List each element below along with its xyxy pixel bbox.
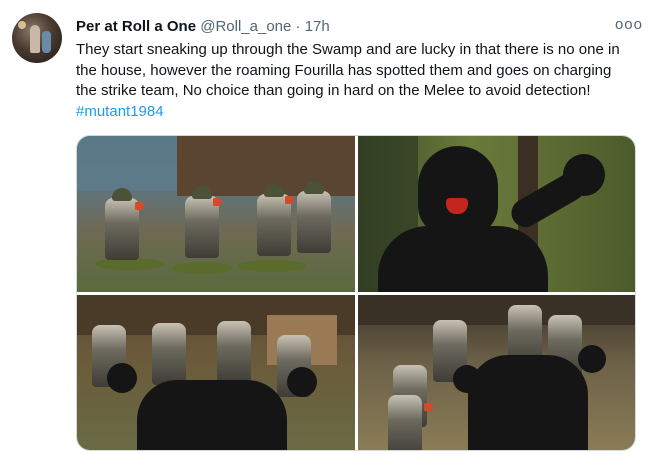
avatar-figure	[30, 25, 40, 53]
more-options-icon[interactable]: ooo	[615, 16, 643, 33]
gorilla-fist	[287, 367, 317, 397]
gorilla-fist	[578, 345, 606, 373]
tweet[interactable]: Per at Roll a One @Roll_a_one · 17h ooo …	[0, 0, 665, 454]
tweet-text-body: They start sneaking up through the Swamp…	[76, 41, 620, 99]
gorilla-head	[418, 146, 498, 236]
gorilla-fist	[563, 154, 605, 196]
gorilla-back	[468, 355, 588, 450]
miniature-soldier	[297, 191, 331, 253]
miniature-beak	[213, 198, 222, 206]
avatar-figure	[42, 31, 51, 53]
photo-2[interactable]	[358, 136, 635, 292]
media-grid	[76, 135, 636, 451]
avatar[interactable]	[12, 13, 62, 63]
photo-1[interactable]	[77, 136, 355, 292]
miniature-helmet	[264, 184, 284, 197]
hashtag-link[interactable]: #mutant1984	[76, 103, 164, 120]
photo-3[interactable]	[77, 295, 355, 450]
miniature-soldier	[152, 323, 186, 385]
miniature-soldier	[105, 198, 139, 260]
author-handle[interactable]: @Roll_a_one	[200, 18, 291, 35]
tweet-text: They start sneaking up through the Swamp…	[76, 40, 636, 122]
miniature-soldier	[217, 321, 251, 383]
tweet-header: Per at Roll a One @Roll_a_one · 17h	[76, 17, 330, 37]
gorilla-fist	[107, 363, 137, 393]
miniature-base	[237, 260, 307, 272]
gorilla-fist	[453, 365, 481, 393]
miniature-beak	[135, 202, 144, 210]
gorilla-back	[137, 380, 287, 450]
miniature-base	[172, 262, 232, 274]
miniature-soldier	[388, 395, 422, 450]
miniature-helmet	[112, 188, 132, 201]
building-wall	[358, 295, 635, 325]
miniature-beak	[285, 196, 294, 204]
miniature-helmet	[304, 181, 324, 194]
photo-4[interactable]	[358, 295, 635, 450]
author-name[interactable]: Per at Roll a One	[76, 18, 196, 35]
avatar-light	[18, 21, 26, 29]
miniature-beak	[424, 403, 433, 411]
tweet-time[interactable]: 17h	[305, 18, 330, 35]
separator-dot: ·	[295, 18, 301, 35]
gorilla-body	[378, 226, 548, 292]
miniature-helmet	[192, 186, 212, 199]
